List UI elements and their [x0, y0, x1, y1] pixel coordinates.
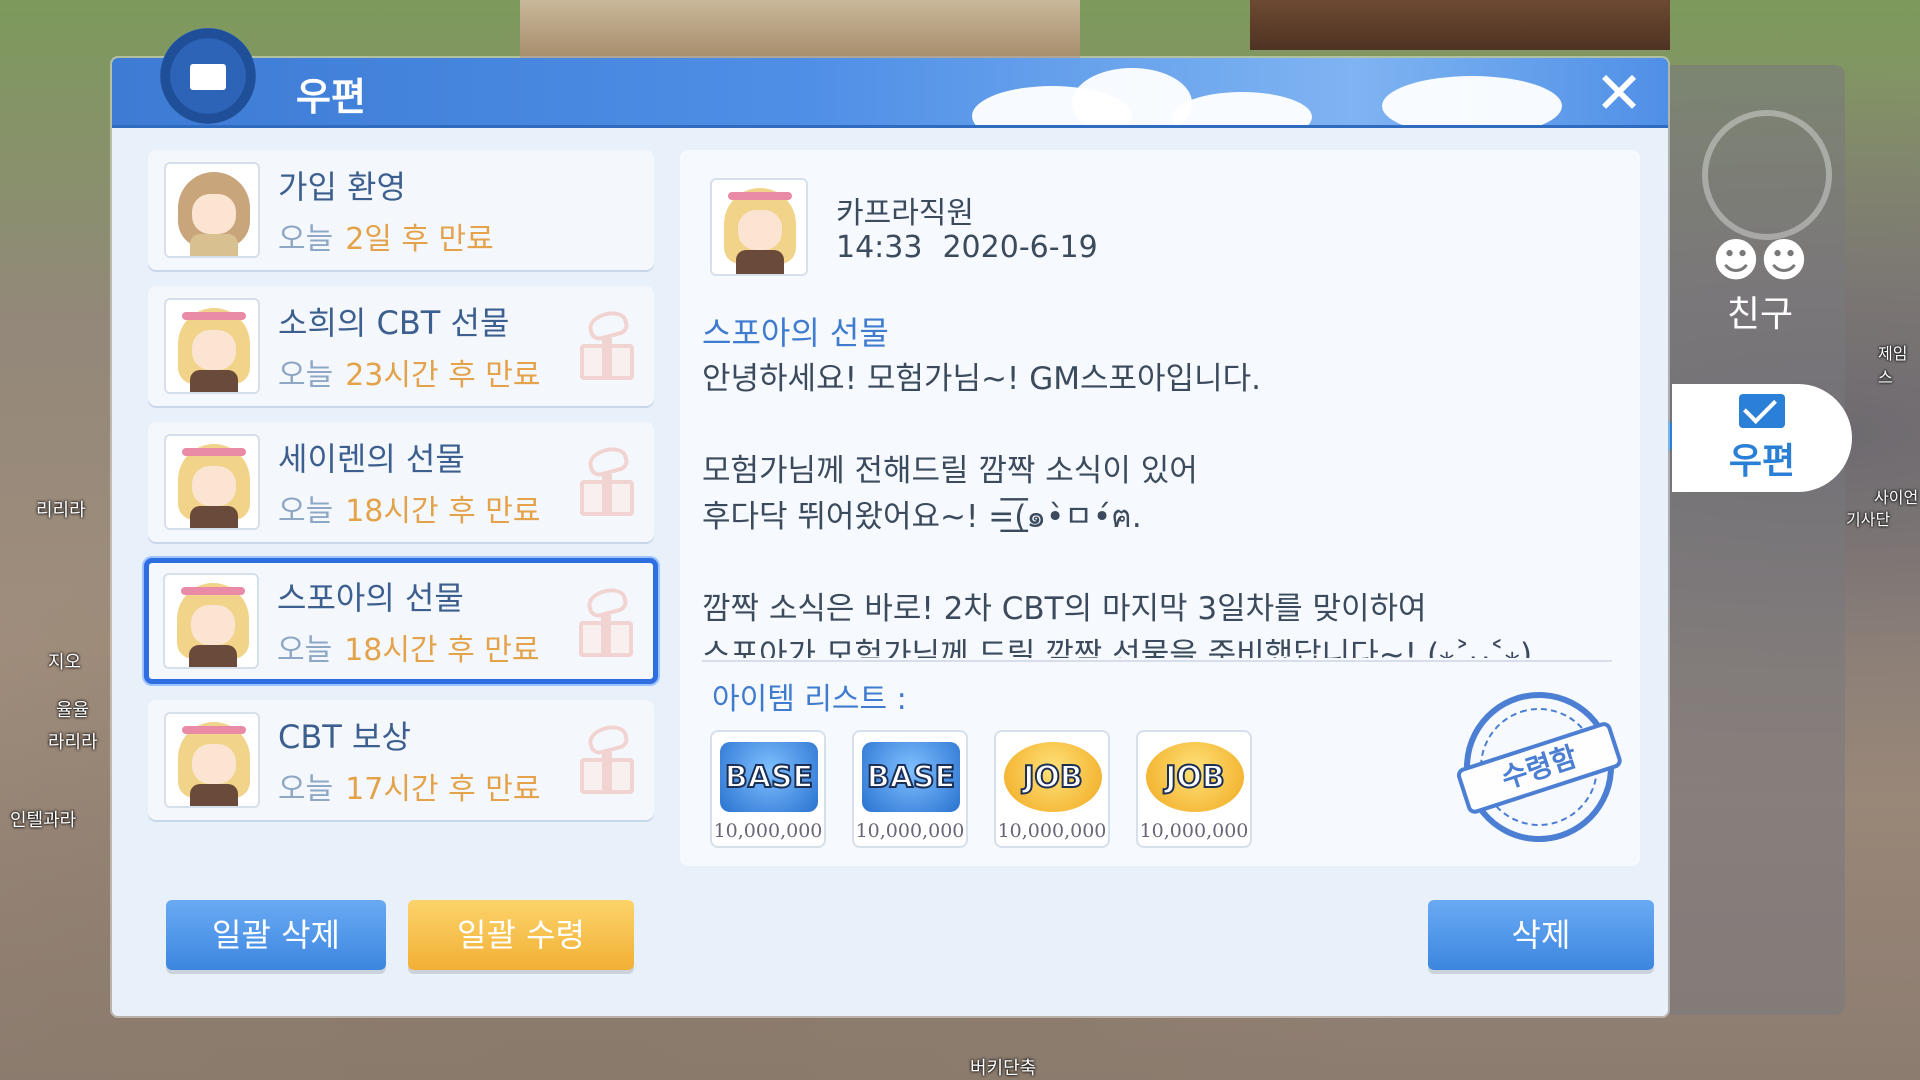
reward-amount: 10,000,000	[1139, 820, 1249, 842]
mail-emblem-icon	[160, 28, 256, 124]
mail-dialog: 우편 ✕ 가입 환영 오늘 2일 후 만료 소희의 CBT 선물 오늘 23시간 후…	[112, 28, 1668, 1016]
mail-title: 스포아의 선물	[277, 579, 464, 617]
mail-body-line: 후다닥 뛰어왔어요~! =͟͟͞͞(๑•̀ㅁ•́ฅ.	[702, 499, 1142, 535]
sent-timestamp: 14:33 2020-6-19	[836, 230, 1118, 265]
mail-expiry-time: 17시간 후 만료	[345, 772, 541, 807]
npc-name: 지오	[48, 652, 82, 673]
npc-name: 제임스	[1878, 344, 1908, 387]
guild-emblem-icon	[1702, 110, 1832, 240]
dialog-title: 우편	[296, 75, 366, 119]
mail-list: 가입 환영 오늘 2일 후 만료 소희의 CBT 선물 오늘 23시간 후 만료 세…	[144, 150, 658, 830]
delete-all-button[interactable]: 일괄 삭제	[166, 900, 386, 970]
mail-expiry: 오늘 18시간 후 만료	[277, 625, 539, 669]
reward-amount: 10,000,000	[713, 820, 823, 842]
mail-expiry-time: 18시간 후 만료	[344, 633, 540, 668]
mail-list-item[interactable]: 가입 환영 오늘 2일 후 만료	[148, 150, 654, 270]
cloud-decoration	[1382, 76, 1562, 125]
mail-expiry-day: 오늘	[278, 494, 334, 529]
mail-expiry-day: 오늘	[278, 772, 334, 807]
mail-expiry: 오늘 17시간 후 만료	[278, 764, 540, 808]
mail-detail-pane: 카프라직원 14:33 2020-6-19 스포아의 선물 안녕하세요! 모험가님…	[680, 150, 1640, 866]
job-exp-icon: JOB	[1146, 742, 1244, 812]
background-cart	[1250, 0, 1670, 50]
mail-body-scroll[interactable]: 안녕하세요! 모험가님~! GM스포아입니다. 모험가님께 전해드릴 깜짝 소식…	[702, 356, 1602, 658]
side-tab-mail-label: 우편	[1728, 441, 1796, 482]
item-list-label: 아이템 리스트 :	[712, 682, 907, 717]
npc-name: 인텔과라	[10, 810, 77, 831]
mail-list-item[interactable]: 세이렌의 선물 오늘 18시간 후 만료	[148, 422, 654, 542]
close-button[interactable]: ✕	[1590, 64, 1648, 122]
sender-name: 카프라직원	[836, 196, 974, 231]
delete-button[interactable]: 삭제	[1428, 900, 1654, 970]
reward-item[interactable]: JOB 10,000,000	[1136, 730, 1252, 848]
mail-expiry-day: 오늘	[278, 222, 334, 257]
envelope-icon	[190, 64, 226, 90]
mail-expiry-time: 23시간 후 만료	[345, 358, 541, 393]
sent-date: 2020-6-19	[942, 230, 1098, 265]
mail-body-line: 스포아가 모험가님께 드릴 깜짝 선물을 준비했답니다~! (⁎˃ᴗ˂⁎)	[702, 637, 1533, 658]
npc-name: 리리라	[36, 500, 86, 521]
mail-title: 소희의 CBT 선물	[278, 304, 510, 342]
reward-item[interactable]: BASE 10,000,000	[710, 730, 826, 848]
mail-list-item[interactable]: 소희의 CBT 선물 오늘 23시간 후 만료	[148, 286, 654, 406]
mail-expiry-time: 18시간 후 만료	[345, 494, 541, 529]
base-exp-icon: BASE	[862, 742, 960, 812]
mail-body-line: 안녕하세요! 모험가님~! GM스포아입니다.	[702, 361, 1261, 397]
friends-icon: ☻☻	[1712, 233, 1808, 287]
background-building	[520, 0, 1080, 60]
mail-title: 세이렌의 선물	[278, 440, 465, 478]
reward-item[interactable]: BASE 10,000,000	[852, 730, 968, 848]
sender-avatar	[164, 434, 260, 530]
mail-expiry-day: 오늘	[277, 633, 333, 668]
reward-amount: 10,000,000	[997, 820, 1107, 842]
gift-icon	[577, 584, 635, 659]
mail-subject: 스포아의 선물	[702, 314, 889, 352]
mail-expiry: 오늘 23시간 후 만료	[278, 350, 540, 394]
receive-all-button[interactable]: 일괄 수령	[408, 900, 634, 970]
side-tab-friends[interactable]: ☻☻ 친구	[1700, 235, 1820, 337]
gift-icon	[578, 721, 636, 796]
mail-list-item[interactable]: CBT 보상 오늘 17시간 후 만료	[148, 700, 654, 820]
reward-item[interactable]: JOB 10,000,000	[994, 730, 1110, 848]
mail-body-line	[702, 402, 1602, 448]
sender-avatar	[163, 573, 259, 669]
npc-name: 사이언	[1874, 488, 1919, 507]
gift-icon	[578, 307, 636, 382]
mail-list-item-selected[interactable]: 스포아의 선물 오늘 18시간 후 만료	[144, 558, 658, 684]
mail-body-line	[702, 540, 1602, 586]
sender-avatar	[710, 178, 808, 276]
divider	[702, 660, 1612, 662]
gift-icon	[578, 443, 636, 518]
sender-avatar	[164, 712, 260, 808]
mail-icon	[1739, 394, 1785, 428]
side-tab-mail[interactable]: 우편	[1672, 384, 1852, 492]
mail-body-line: 모험가님께 전해드릴 깜짝 소식이 있어	[702, 453, 1198, 489]
mail-title: CBT 보상	[278, 718, 411, 756]
side-tab-friends-label: 친구	[1726, 294, 1794, 335]
npc-name: 율율	[56, 700, 90, 721]
job-exp-icon: JOB	[1004, 742, 1102, 812]
base-exp-icon: BASE	[720, 742, 818, 812]
sender-avatar	[164, 162, 260, 258]
npc-name: 기사단	[1846, 510, 1891, 529]
mail-body-line: 깜짝 소식은 바로! 2차 CBT의 마지막 3일차를 맞이하여	[702, 591, 1427, 627]
mail-title: 가입 환영	[278, 168, 406, 206]
npc-name: 버키단축	[970, 1058, 1037, 1079]
reward-amount: 10,000,000	[855, 820, 965, 842]
cloud-decoration	[1172, 92, 1312, 125]
mail-expiry-day: 오늘	[278, 358, 334, 393]
mail-expiry-time: 2일 후 만료	[345, 222, 494, 257]
mail-expiry: 오늘 2일 후 만료	[278, 214, 494, 258]
mail-expiry: 오늘 18시간 후 만료	[278, 486, 540, 530]
sender-avatar	[164, 298, 260, 394]
npc-name: 라리라	[48, 732, 98, 753]
sent-time: 14:33	[836, 230, 923, 265]
received-stamp: 수령함	[1444, 672, 1634, 862]
